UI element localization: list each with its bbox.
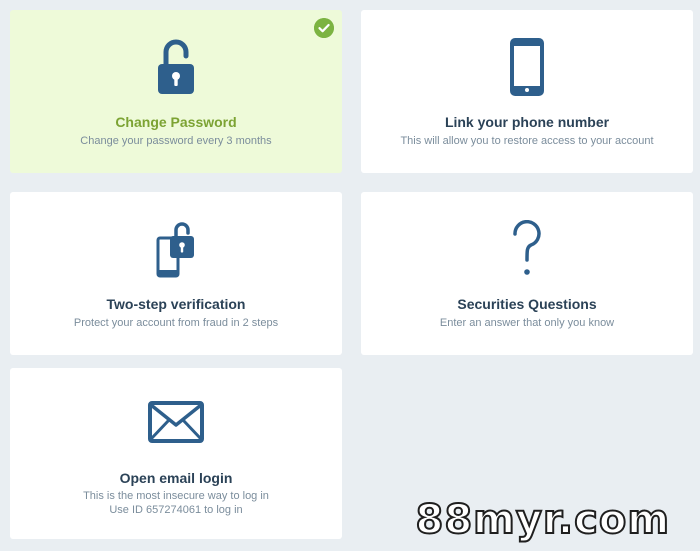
card-subtitle: Protect your account from fraud in 2 ste… (73, 317, 279, 329)
card-title: Link your phone number (444, 114, 610, 130)
card-title: Open email login (119, 470, 233, 486)
card-title: Change Password (115, 114, 237, 130)
two-step-verification-card[interactable]: Two-step verification Protect your accou… (10, 192, 342, 355)
card-title: Two-step verification (106, 296, 246, 312)
card-title: Securities Questions (457, 296, 597, 312)
subtitle-line: Use ID 657274061 to log in (109, 504, 243, 516)
check-icon (314, 18, 334, 38)
card-subtitle: This is the most insecure way to log in … (10, 489, 342, 517)
subtitle-line: This is the most insecure way to log in (83, 490, 269, 502)
security-questions-card[interactable]: Securities Questions Enter an answer tha… (361, 192, 693, 355)
padlock-icon (158, 39, 194, 94)
link-phone-card[interactable]: Link your phone number This will allow y… (361, 10, 693, 173)
watermark: 88myr.com (414, 496, 670, 544)
change-password-card[interactable]: Change Password Change your password eve… (10, 10, 342, 173)
envelope-icon (148, 401, 204, 443)
phone-lock-icon (156, 222, 194, 278)
card-subtitle: This will allow you to restore access to… (400, 135, 654, 147)
card-subtitle: Enter an answer that only you know (439, 317, 615, 329)
card-subtitle: Change your password every 3 months (80, 135, 272, 147)
smartphone-icon (510, 38, 544, 96)
email-login-card[interactable]: Open email login This is the most insecu… (10, 368, 342, 539)
question-mark-icon (513, 220, 541, 275)
